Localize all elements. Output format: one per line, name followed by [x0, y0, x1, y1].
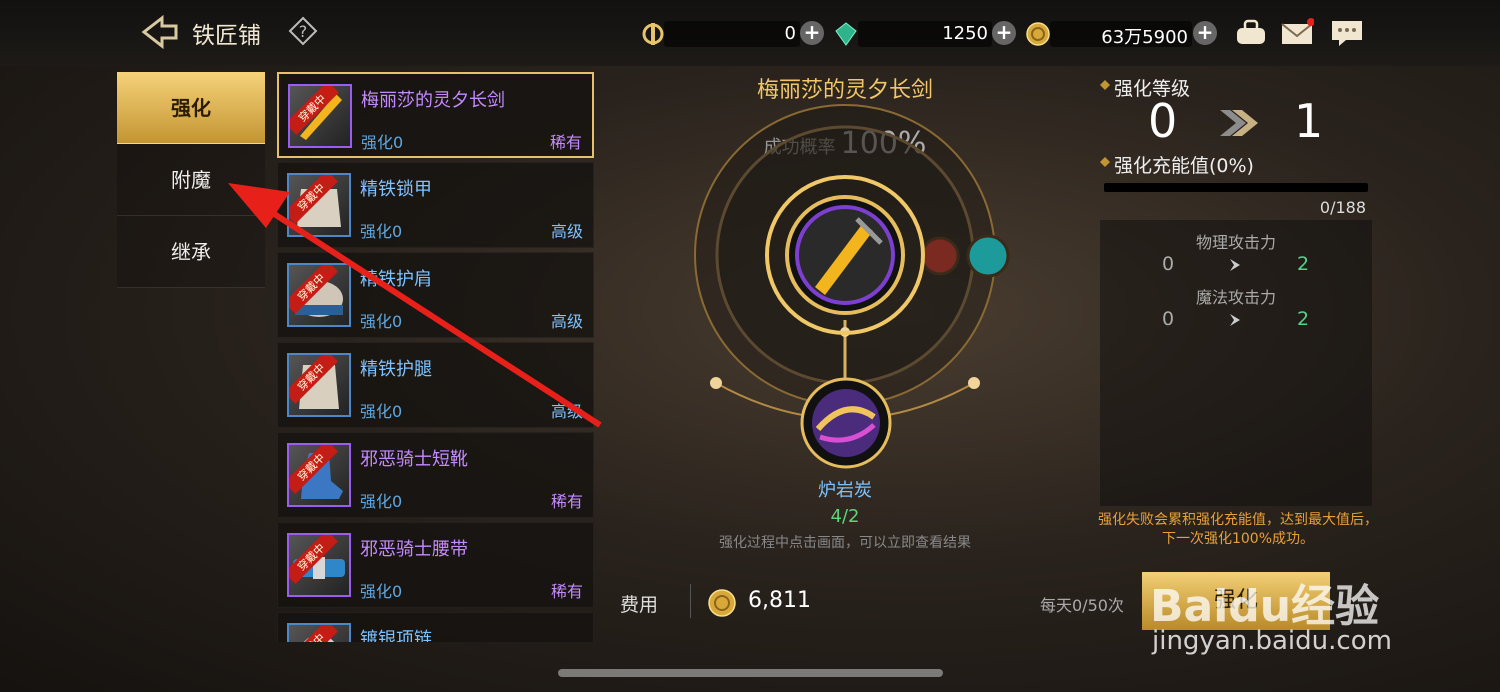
page-title: 铁匠铺 [192, 23, 261, 49]
stat-to: 2 [1297, 308, 1310, 330]
daily-limit: 每天0/50次 [1040, 596, 1124, 615]
stat-panel: 物理攻击力 0 2 魔法攻击力 0 2 [1100, 220, 1372, 506]
equipment-list[interactable]: 穿戴中 梅丽莎的灵夕长剑 强化0 稀有 穿戴中 精铁锁甲 强化0 高级 穿戴中 … [277, 72, 594, 642]
bag-icon[interactable] [1234, 18, 1268, 48]
enhance-level-to: 1 [1294, 94, 1324, 148]
stat-from: 0 [1162, 308, 1175, 330]
cost-label: 费用 [620, 594, 659, 616]
charge-note: 强化失败会累积强化充能值，达到最大值后，下一次强化100%成功。 [1098, 512, 1378, 547]
diamond-bullet-icon [1100, 80, 1110, 90]
item-name: 精铁护肩 [360, 269, 432, 290]
add-gold-button[interactable]: + [1193, 21, 1217, 45]
tab-enhance[interactable]: 强化 [117, 72, 265, 144]
mail-icon[interactable] [1280, 18, 1314, 48]
boots-icon: 穿戴中 [287, 443, 351, 507]
list-item[interactable]: 穿戴中 梅丽莎的灵夕长剑 强化0 稀有 [277, 72, 594, 158]
tab-inherit[interactable]: 继承 [117, 216, 265, 288]
charge-progress-bar [1104, 183, 1368, 192]
currency-gold: 63万5900 + [1026, 20, 1220, 48]
stat-to: 2 [1297, 253, 1310, 275]
help-icon[interactable]: ? [288, 16, 318, 46]
item-name: 精铁锁甲 [360, 179, 432, 200]
item-level: 强化0 [360, 222, 403, 241]
chevron-right-icon [1230, 259, 1240, 271]
leg-armor-icon: 穿戴中 [287, 353, 351, 417]
item-grade: 稀有 [549, 133, 582, 152]
home-indicator[interactable] [558, 669, 943, 677]
item-grade: 高级 [550, 312, 583, 331]
top-bar: 铁匠铺 ? 0 + 1250 + 63万5900 + [0, 0, 1500, 66]
gem-value: 1250 [942, 23, 988, 44]
stat-name: 物理攻击力 [1195, 233, 1276, 252]
watermark-url: jingyan.baidu.com [1152, 626, 1392, 656]
item-name: 梅丽莎的灵夕长剑 [361, 90, 505, 111]
item-level: 强化0 [360, 312, 403, 331]
material-orb-icon[interactable] [800, 377, 892, 469]
item-name: 邪恶骑士腰带 [360, 539, 468, 560]
chest-armor-icon: 穿戴中 [287, 173, 351, 237]
token-value: 0 [784, 23, 796, 44]
gold-coin-icon [1026, 22, 1050, 46]
belt-icon: 穿戴中 [287, 533, 351, 597]
shoulder-armor-icon: 穿戴中 [287, 263, 351, 327]
charge-label: 强化充能值(0%) [1114, 155, 1254, 177]
item-level: 强化0 [360, 582, 403, 601]
token-icon [642, 23, 664, 45]
tap-hint: 强化过程中点击画面，可以立即查看结果 [719, 535, 971, 551]
item-grade: 高级 [550, 222, 583, 241]
item-grade: 稀有 [550, 582, 583, 601]
gold-value: 63万5900 [1101, 27, 1188, 48]
add-token-button[interactable]: + [800, 21, 824, 45]
list-item[interactable]: 穿戴中 镀银项链 [277, 612, 594, 642]
cost-value: 6,811 [748, 588, 811, 613]
necklace-icon: 穿戴中 [287, 623, 351, 642]
currency-token: 0 + [640, 20, 826, 48]
item-name: 镀银项链 [360, 629, 432, 642]
back-arrow-icon[interactable] [140, 14, 180, 50]
item-level: 强化0 [360, 402, 403, 421]
list-item[interactable]: 穿戴中 精铁锁甲 强化0 高级 [277, 162, 594, 248]
svg-text:?: ? [299, 22, 308, 41]
item-grade: 稀有 [550, 492, 583, 511]
item-level: 强化0 [360, 492, 403, 511]
tab-enchant[interactable]: 附魔 [117, 144, 265, 216]
item-grade: 高级 [550, 402, 583, 421]
chevron-right-icon [1230, 314, 1240, 326]
item-name: 精铁护腿 [360, 359, 432, 380]
charge-count: 0/188 [1319, 198, 1366, 217]
stat-name: 魔法攻击力 [1195, 288, 1276, 307]
material-count: 4/2 [830, 506, 860, 527]
list-item[interactable]: 穿戴中 邪恶骑士腰带 强化0 稀有 [277, 522, 594, 608]
diamond-bullet-icon [1100, 157, 1110, 167]
tab-bar: 强化 附魔 继承 [117, 72, 265, 288]
chat-icon[interactable] [1330, 18, 1364, 48]
gold-coin-icon [708, 589, 736, 617]
list-item[interactable]: 穿戴中 精铁护肩 强化0 高级 [277, 252, 594, 338]
sword-icon [785, 195, 905, 315]
double-chevron-icon [1220, 110, 1258, 136]
item-level: 强化0 [361, 133, 404, 152]
enhance-level-from: 0 [1148, 94, 1178, 148]
divider [690, 584, 691, 618]
watermark-logo: Baidu经验 [1150, 581, 1380, 632]
currency-gem: 1250 + [834, 20, 1018, 48]
gem-icon [835, 22, 857, 46]
list-item[interactable]: 穿戴中 邪恶骑士短靴 强化0 稀有 [277, 432, 594, 518]
item-name: 邪恶骑士短靴 [360, 449, 468, 470]
sword-icon: 穿戴中 [288, 84, 352, 148]
stat-from: 0 [1162, 253, 1175, 275]
material-name: 炉岩炭 [818, 480, 872, 501]
add-gem-button[interactable]: + [992, 21, 1016, 45]
list-item[interactable]: 穿戴中 精铁护腿 强化0 高级 [277, 342, 594, 428]
